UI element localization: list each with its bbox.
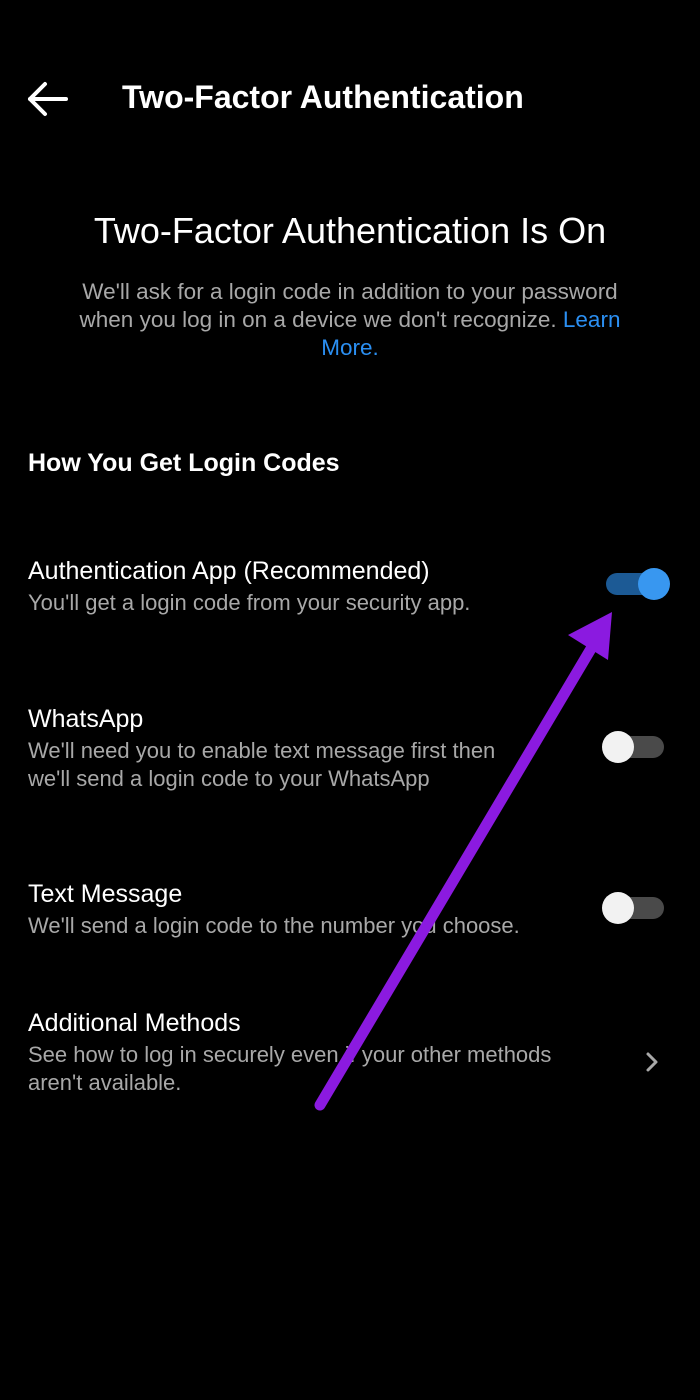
option-text-message[interactable]: Text Message We'll send a login code to … (0, 878, 700, 948)
additional-methods-row[interactable]: Additional Methods See how to log in sec… (0, 1007, 700, 1107)
top-bar: Two-Factor Authentication (0, 0, 700, 195)
option-whatsapp[interactable]: WhatsApp We'll need you to enable text m… (0, 703, 700, 799)
toggle-knob (602, 892, 634, 924)
status-heading: Two-Factor Authentication Is On (93, 210, 607, 251)
option-title: Additional Methods (28, 1009, 241, 1037)
option-title: Text Message (28, 880, 183, 908)
page-title: Two-Factor Authentication (122, 79, 524, 115)
option-description: We'll send a login code to the number yo… (28, 913, 520, 938)
option-title: Authentication App (Recommended) (28, 557, 430, 585)
back-button[interactable] (22, 76, 72, 122)
status-description-text: We'll ask for a login code in addition t… (79, 279, 618, 332)
option-description: You'll get a login code from your securi… (28, 590, 471, 615)
authentication-app-toggle[interactable] (604, 566, 670, 602)
option-title: WhatsApp (28, 705, 144, 733)
status-description: We'll ask for a login code in addition t… (60, 278, 640, 362)
toggle-knob (602, 731, 634, 763)
whatsapp-toggle[interactable] (602, 729, 668, 765)
chevron-right-icon[interactable] (640, 1048, 664, 1076)
option-authentication-app[interactable]: Authentication App (Recommended) You'll … (0, 555, 700, 625)
option-description: We'll need you to enable text message fi… (28, 738, 496, 791)
section-heading: How You Get Login Codes (28, 449, 340, 477)
toggle-knob (638, 568, 670, 600)
arrow-left-icon (28, 82, 68, 116)
text-message-toggle[interactable] (602, 890, 668, 926)
option-description: See how to log in securely even if your … (28, 1042, 552, 1095)
